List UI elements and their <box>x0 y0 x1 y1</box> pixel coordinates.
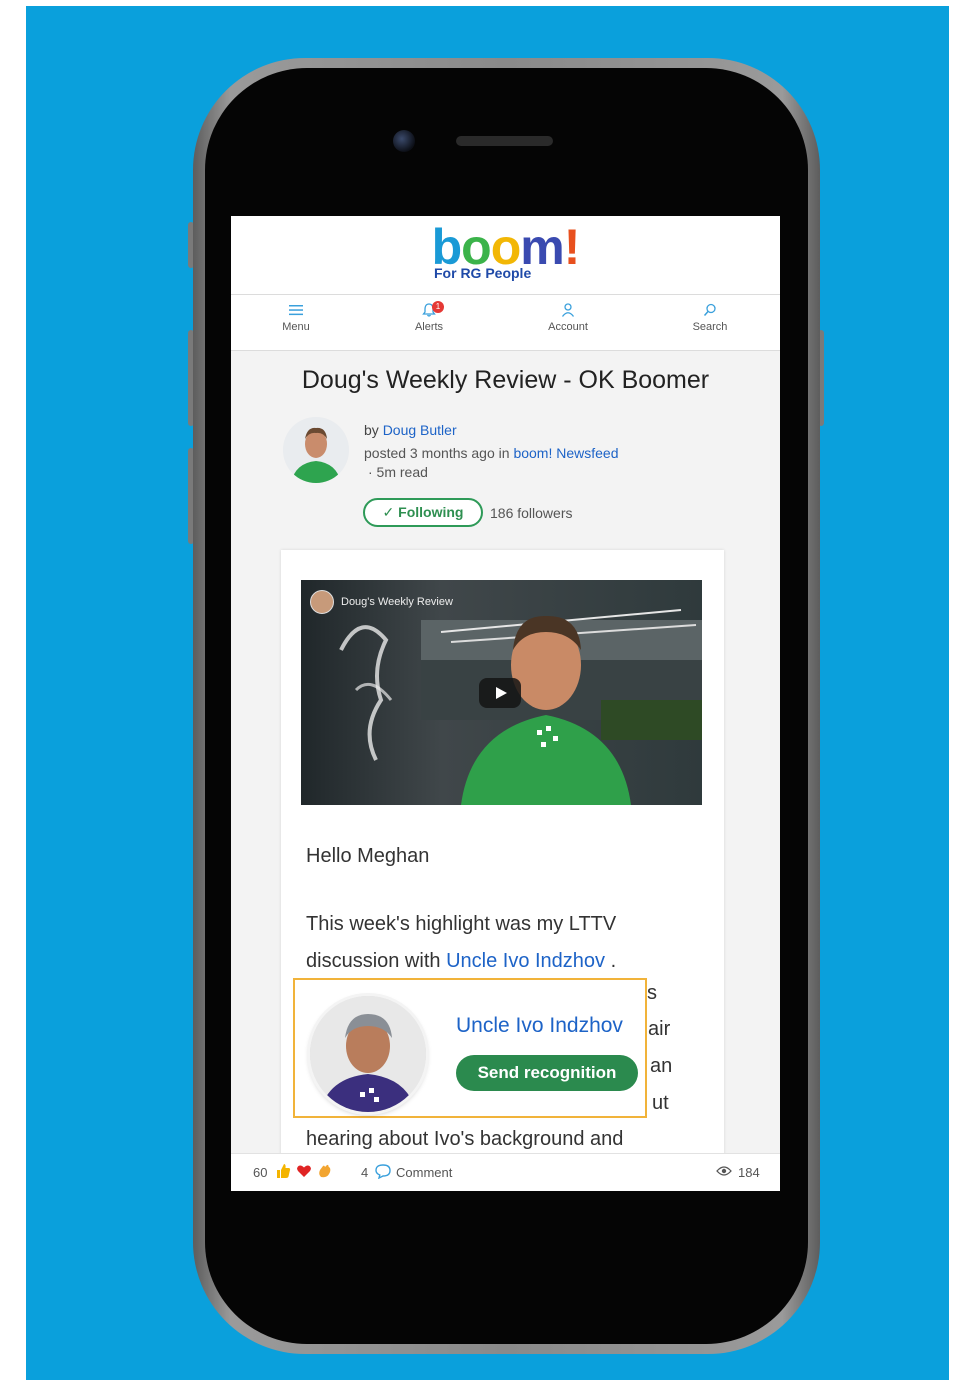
check-icon: ✓ <box>382 504 395 520</box>
app-header: boom! For RG People <box>231 216 780 295</box>
profile-hover-card: Uncle Ivo Indzhov Send recognition <box>293 978 647 1118</box>
body-line-2-prefix: discussion with <box>306 950 441 972</box>
comment-bubble-icon[interactable] <box>375 1163 391 1179</box>
read-time: · 5m read <box>368 464 428 480</box>
profile-name-link[interactable]: Uncle Ivo Indzhov <box>456 1014 623 1038</box>
nav-alerts[interactable]: 1 Alerts <box>384 301 474 333</box>
author-line: by Doug Butler <box>364 422 457 438</box>
post-footer: 60 4 Comment 184 <box>231 1153 780 1191</box>
body-paragraph: This week's highlight was my LTTV discus… <box>306 906 706 980</box>
search-icon <box>703 303 716 316</box>
text-fragment-1: s <box>647 982 657 1004</box>
send-recognition-button[interactable]: Send recognition <box>456 1055 638 1091</box>
author-link[interactable]: Doug Butler <box>383 422 457 438</box>
nav-menu[interactable]: Menu <box>251 303 341 333</box>
comment-button[interactable]: Comment <box>396 1165 452 1180</box>
author-avatar[interactable] <box>283 417 349 483</box>
text-fragment-3: an <box>650 1055 673 1077</box>
body-line-1: This week's highlight was my LTTV <box>306 913 617 935</box>
play-button-icon[interactable] <box>479 678 521 708</box>
nav-account[interactable]: Account <box>523 303 613 333</box>
channel-avatar <box>310 590 334 614</box>
posted-prefix: posted 3 months ago in <box>364 445 510 461</box>
video-title[interactable]: Doug's Weekly Review <box>341 596 453 608</box>
nav-alerts-label: Alerts <box>414 321 444 333</box>
views-count: 184 <box>738 1165 760 1180</box>
channel-link[interactable]: boom! Newsfeed <box>513 445 618 461</box>
following-label: Following <box>398 504 464 520</box>
body-last-line: hearing about Ivo's background and <box>306 1128 624 1150</box>
nav-menu-label: Menu <box>282 321 310 333</box>
profile-avatar[interactable] <box>310 996 426 1112</box>
hamburger-icon <box>289 305 303 316</box>
author-prefix: by <box>364 422 379 438</box>
nav-account-label: Account <box>548 321 588 333</box>
text-fragment-2: air <box>648 1018 671 1040</box>
nav-search[interactable]: Search <box>665 303 755 333</box>
heart-icon[interactable] <box>296 1163 312 1179</box>
text-fragment-4: ut <box>652 1092 669 1114</box>
greeting-text: Hello Meghan <box>306 845 430 867</box>
body-line-2-suffix: . <box>610 950 617 972</box>
clap-icon[interactable] <box>317 1163 333 1179</box>
post-title: Doug's Weekly Review - OK Boomer <box>301 366 710 394</box>
bottom-nav: Menu 1 Alerts Account Search <box>231 295 780 351</box>
thumbs-up-icon[interactable] <box>275 1163 291 1179</box>
eye-icon <box>716 1166 732 1176</box>
video-player[interactable]: Doug's Weekly Review <box>301 580 702 805</box>
reactions-count[interactable]: 60 <box>253 1165 267 1180</box>
comments-count[interactable]: 4 <box>361 1165 368 1180</box>
body-line-2: discussion with Uncle Ivo Indzhov . <box>306 943 706 980</box>
front-camera <box>393 130 415 152</box>
posted-line: posted 3 months ago in boom! Newsfeed <box>364 445 619 461</box>
person-icon <box>561 303 575 317</box>
following-button[interactable]: ✓ Following <box>363 498 483 527</box>
mention-link[interactable]: Uncle Ivo Indzhov <box>446 950 605 972</box>
alerts-badge: 1 <box>432 301 444 313</box>
logo-tagline: For RG People <box>434 265 532 281</box>
followers-count: 186 followers <box>490 505 573 521</box>
nav-search-label: Search <box>692 321 728 333</box>
earpiece-speaker <box>456 136 553 146</box>
